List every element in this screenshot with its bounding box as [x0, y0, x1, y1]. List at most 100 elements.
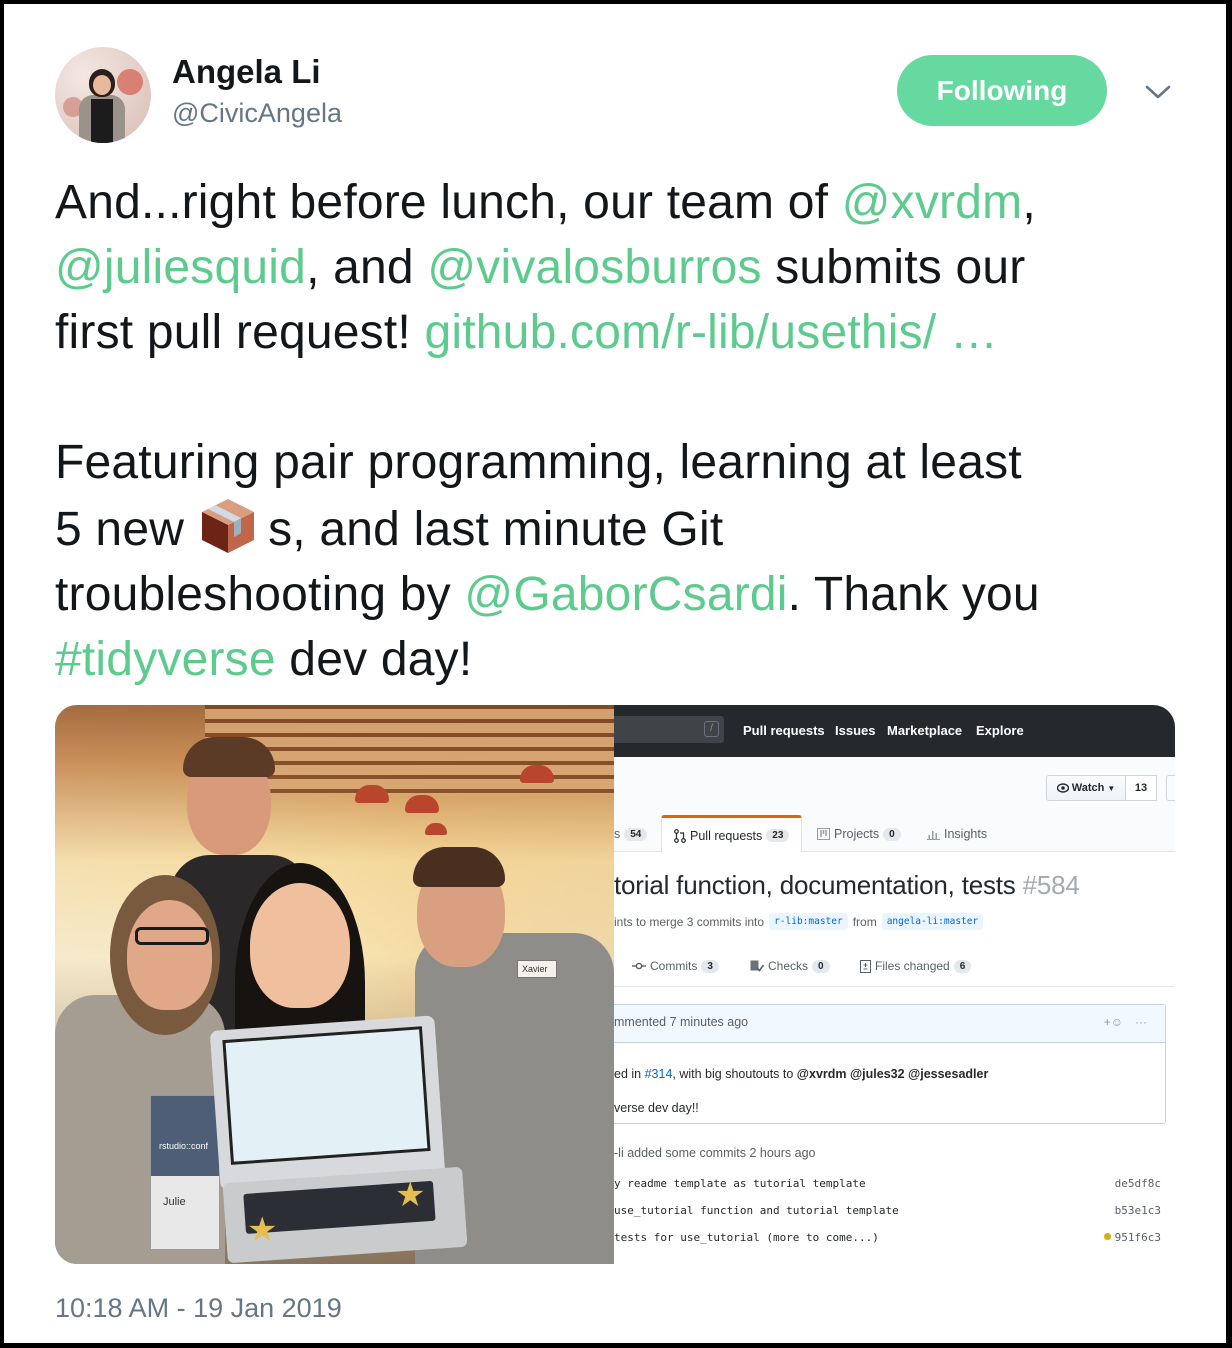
github-pr-screenshot[interactable]: / Pull requests Issues Marketplace Explo… [614, 705, 1175, 1264]
tab-issues[interactable]: s 54 [614, 815, 648, 853]
nav-explore[interactable]: Explore [976, 723, 1024, 738]
mention-link[interactable]: @vivalosburros [427, 241, 761, 294]
tab-label: Commits [650, 959, 698, 973]
commit-sha[interactable]: b53e1c3 [1115, 1204, 1161, 1217]
author-name[interactable]: Angela Li [172, 53, 321, 91]
tab-label: Checks [768, 959, 809, 973]
text: , [1022, 176, 1036, 229]
tab-counter: 6 [953, 959, 972, 973]
comment-body: ed in #314, with big shoutouts to @xvrdm… [614, 1057, 988, 1125]
tweet-line: Featuring pair programming, learning at … [55, 430, 1195, 495]
pr-number: #584 [1022, 870, 1080, 900]
commit-message[interactable]: y readme template as tutorial template [614, 1177, 866, 1190]
badge-text: rstudio::conf [159, 1141, 209, 1151]
commits-header: -li added some commits 2 hours ago [614, 1146, 816, 1160]
text: Featuring pair programming, learning at … [55, 436, 1022, 489]
watch-button[interactable]: Watch ▼ [1046, 775, 1126, 801]
text: first pull request! [55, 306, 425, 359]
badge-name: Julie [163, 1196, 186, 1208]
media-gallery: rstudio::conf Julie ★ ★ Xavier / Pull re… [55, 705, 1175, 1264]
pr-meta-text: ints to merge 3 commits into [614, 914, 765, 929]
avatar-figure [93, 75, 111, 95]
watch-count[interactable]: 13 [1125, 775, 1157, 801]
badge-header [151, 1096, 219, 1176]
url-link[interactable]: github.com/r-lib/usethis/ … [424, 306, 998, 359]
base-branch[interactable]: r-lib:master [769, 913, 848, 930]
checklist-icon [750, 960, 764, 972]
tab-commits[interactable]: Commits 3 [632, 959, 719, 973]
text: troubleshooting by [55, 568, 465, 621]
laptop [209, 1015, 446, 1191]
pull-request-icon [674, 828, 686, 843]
tab-label: Files changed [875, 959, 950, 973]
tweet-timestamp[interactable]: 10:18 AM - 19 Jan 2019 [55, 1293, 342, 1324]
avatar[interactable] [55, 47, 151, 143]
pr-comment: mmented 7 minutes ago +☺ ··· ed in #314,… [614, 1004, 1166, 1124]
file-diff-icon [860, 960, 871, 973]
tab-pull-requests[interactable]: Pull requests 23 [661, 815, 803, 853]
github-search-input[interactable]: / [614, 716, 724, 743]
hashtag-link[interactable]: #tidyverse [55, 633, 276, 686]
commit-row[interactable]: y readme template as tutorial template d… [614, 1177, 1169, 1190]
commit-sha[interactable]: de5df8c [1115, 1177, 1161, 1190]
eye-icon [1056, 783, 1069, 793]
pending-status-icon [1103, 1233, 1111, 1240]
commit-row[interactable]: use_tutorial function and tutorial templ… [614, 1204, 1169, 1217]
pendant-lamp [405, 795, 439, 813]
tab-files-changed[interactable]: Files changed 6 [860, 959, 972, 973]
laptop-screen [222, 1026, 431, 1165]
tweet-line: And...right before lunch, our team of @x… [55, 170, 1195, 235]
following-button[interactable]: Following [897, 55, 1107, 126]
group-photo[interactable]: rstudio::conf Julie ★ ★ Xavier [55, 705, 614, 1264]
tab-label: Pull requests [690, 828, 763, 843]
commit-sha-wrapper[interactable]: 951f6c3 [1103, 1231, 1161, 1244]
text: submits our [761, 241, 1026, 294]
tab-label: Insights [944, 827, 988, 841]
mention-link[interactable]: @juliesquid [55, 241, 306, 294]
add-reaction-icon[interactable]: +☺ [1104, 1015, 1123, 1029]
nav-pull-requests[interactable]: Pull requests [743, 723, 825, 738]
package-emoji-icon [202, 499, 255, 553]
tab-counter: 54 [624, 827, 648, 841]
tab-checks[interactable]: Checks 0 [750, 959, 830, 973]
author-handle[interactable]: @CivicAngela [172, 98, 342, 129]
commit-row[interactable]: tests for use_tutorial (more to come...)… [614, 1231, 1169, 1244]
pr-meta: ints to merge 3 commits into r-lib:maste… [614, 913, 984, 930]
issue-reference-link[interactable]: #314 [645, 1067, 673, 1081]
nav-marketplace[interactable]: Marketplace [887, 723, 962, 738]
nav-issues[interactable]: Issues [835, 723, 875, 738]
tab-label: Projects [834, 827, 880, 841]
avatar-bg-flower [117, 69, 143, 95]
project-icon [817, 828, 830, 840]
search-shortcut-key: / [704, 721, 719, 737]
mention-link[interactable]: @xvrdm [842, 176, 1023, 229]
head-branch[interactable]: angela-li:master [881, 913, 984, 930]
pr-title-text: torial function, documentation, tests [614, 870, 1016, 900]
commit-message[interactable]: use_tutorial function and tutorial templ… [614, 1204, 899, 1217]
name-tag: Xavier [517, 960, 557, 978]
star-sticker: ★ [395, 1176, 426, 1214]
avatar-figure [91, 99, 113, 143]
chevron-down-icon[interactable] [1145, 83, 1171, 101]
star-button[interactable] [1166, 775, 1175, 801]
person-hair [413, 847, 505, 887]
more-options-icon[interactable]: ··· [1135, 1015, 1147, 1029]
watch-label: Watch [1071, 782, 1105, 794]
person-hair [183, 737, 275, 777]
graph-icon [927, 830, 940, 840]
tweet-line: first pull request! github.com/r-lib/use… [55, 300, 1195, 365]
pendant-lamp [520, 765, 554, 783]
mention-links[interactable]: @xvrdm @jules32 @jessesadler [797, 1067, 989, 1081]
mention-link[interactable]: @GaborCsardi [464, 568, 787, 621]
tab-label: s [614, 827, 621, 841]
github-navbar: / Pull requests Issues Marketplace Explo… [614, 705, 1175, 757]
tab-projects[interactable]: Projects 0 [817, 815, 901, 853]
tab-counter: 23 [766, 829, 790, 842]
comment-line: ed in #314, with big shoutouts to @xvrdm… [614, 1057, 988, 1091]
tweet-line: troubleshooting by @GaborCsardi. Thank y… [55, 562, 1195, 627]
commit-message[interactable]: tests for use_tutorial (more to come...) [614, 1231, 879, 1244]
commit-sha[interactable]: 951f6c3 [1115, 1231, 1161, 1244]
tab-insights[interactable]: Insights [927, 815, 987, 853]
tweet-line: #tidyverse dev day! [55, 627, 1195, 692]
